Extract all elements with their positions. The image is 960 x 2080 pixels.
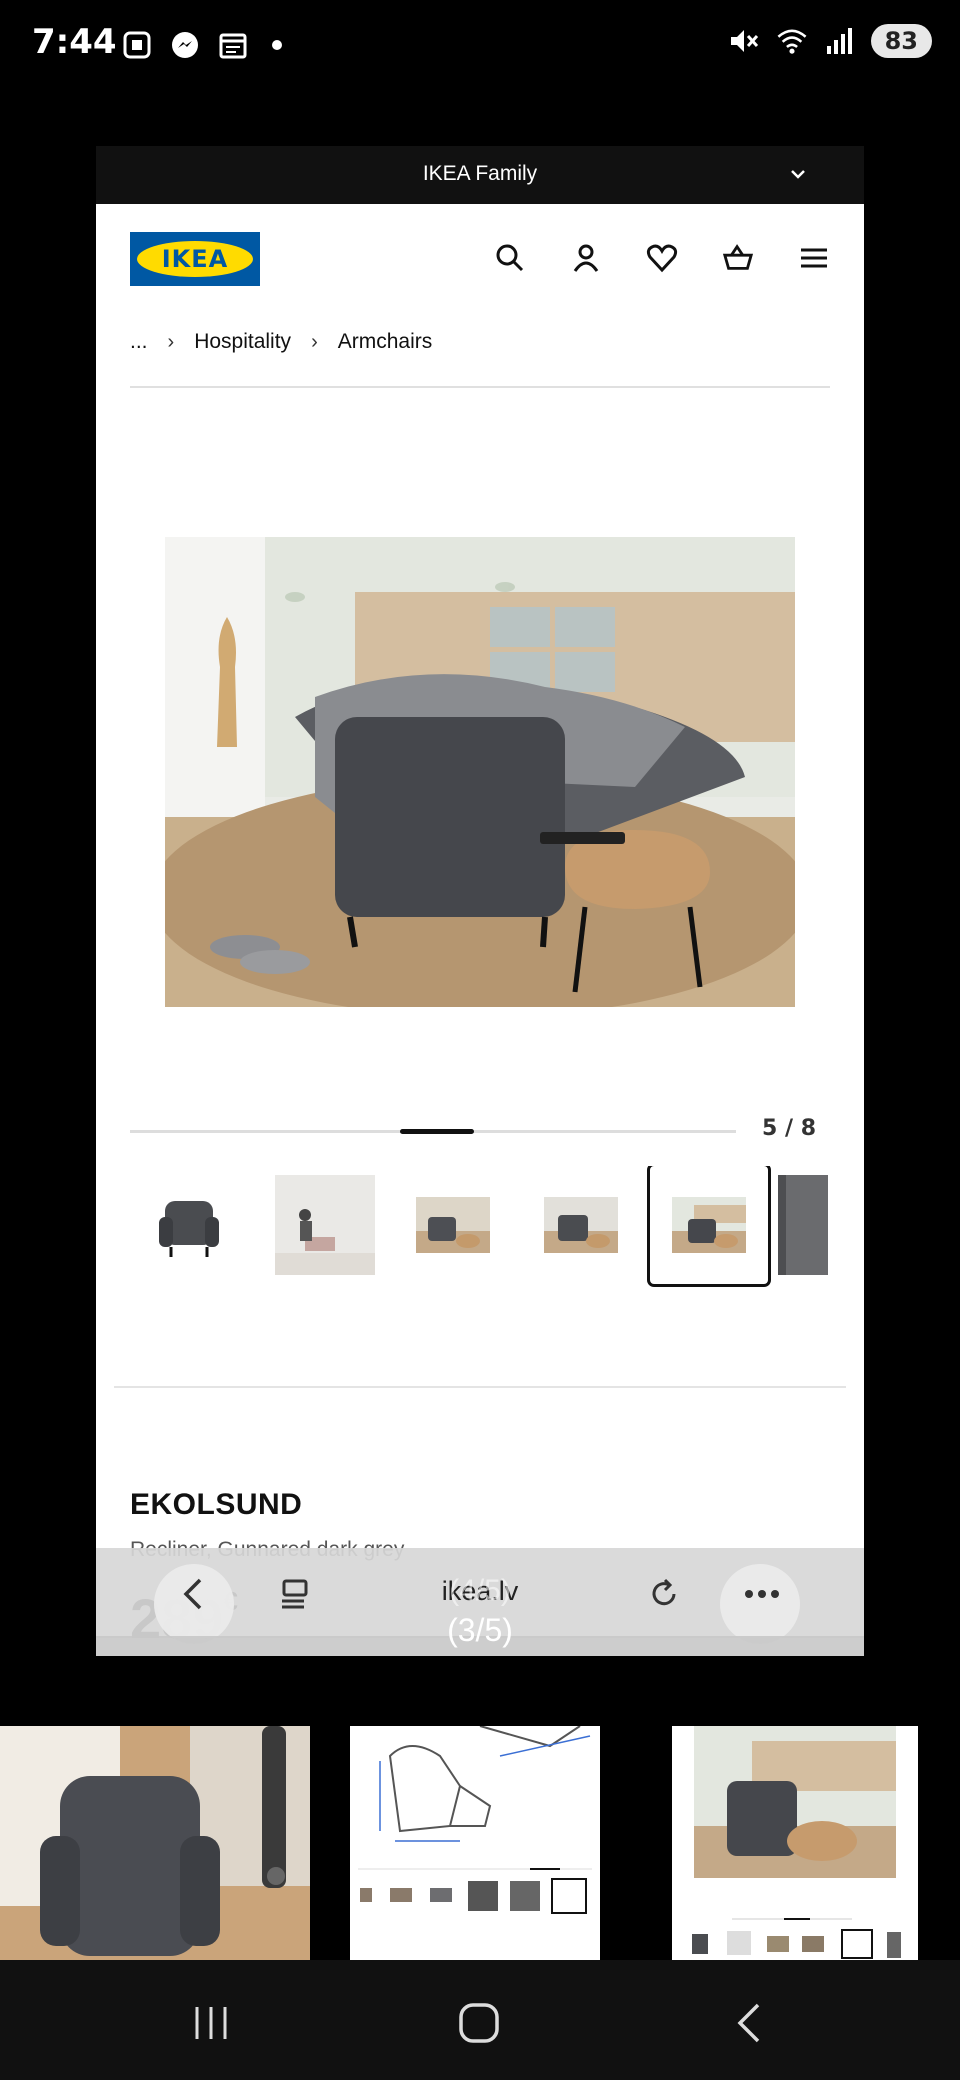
thumbnail-6[interactable]	[778, 1166, 864, 1284]
wifi-icon	[775, 24, 809, 58]
divider	[114, 1386, 846, 1388]
browser-page: IKEA Family IKEA ... › Hospitality › Arm…	[96, 146, 864, 1656]
gallery-progress-indicator[interactable]	[400, 1129, 474, 1134]
tab-preview-photo[interactable]	[0, 1726, 310, 1960]
header-icons	[494, 242, 830, 274]
search-icon[interactable]	[494, 242, 526, 274]
recent-apps-icon[interactable]	[186, 1998, 236, 2048]
tab-preview-diagram[interactable]	[350, 1726, 600, 1960]
heart-icon[interactable]	[646, 242, 678, 274]
thumbnail-4[interactable]	[522, 1166, 640, 1284]
cart-icon[interactable]	[722, 242, 754, 274]
status-left-icons	[120, 28, 282, 62]
screenshot-icon	[120, 28, 154, 62]
chevron-right-icon: ›	[311, 330, 318, 353]
status-time: 7:44	[32, 22, 117, 62]
breadcrumb-hospitality[interactable]: Hospitality	[194, 330, 291, 354]
tab-indicator-faded: (4/5)	[449, 1574, 511, 1607]
system-back-icon[interactable]	[724, 1998, 774, 2048]
gallery-thumbnails	[130, 1166, 864, 1292]
tab-preview-ikea-page[interactable]	[672, 1726, 918, 1960]
status-bar: 7:44 83	[0, 0, 960, 92]
thumbnail-1[interactable]	[130, 1166, 248, 1284]
thumbnail-3[interactable]	[394, 1166, 512, 1284]
chevron-right-icon: ›	[167, 330, 175, 353]
thumbnail-5[interactable]	[647, 1166, 771, 1287]
dot-icon	[272, 40, 282, 50]
menu-icon[interactable]	[798, 242, 830, 274]
calendar-icon	[216, 28, 250, 62]
ikea-family-label: IKEA Family	[422, 162, 538, 185]
breadcrumb-armchairs[interactable]: Armchairs	[338, 330, 433, 354]
chevron-down-icon[interactable]	[788, 164, 808, 189]
account-icon[interactable]	[570, 242, 602, 274]
product-name: EKOLSUND	[130, 1488, 303, 1521]
messenger-icon	[168, 28, 202, 62]
ikea-family-bar[interactable]: IKEA Family	[96, 146, 864, 204]
divider	[130, 386, 830, 388]
home-icon[interactable]	[454, 1998, 504, 2048]
gallery-counter: 5 / 8	[762, 1116, 816, 1141]
signal-icon	[823, 24, 857, 58]
tab-indicator: (3/5)	[447, 1612, 513, 1648]
thumbnail-2[interactable]	[266, 1166, 384, 1284]
product-hero-image[interactable]	[165, 537, 795, 1007]
breadcrumb-ellipsis[interactable]: ...	[130, 330, 148, 354]
system-nav-bar	[0, 1960, 960, 2080]
site-header: IKEA	[96, 204, 864, 314]
logo-text: IKEA	[137, 241, 253, 277]
mute-icon	[727, 24, 761, 58]
ikea-logo[interactable]: IKEA	[130, 232, 260, 286]
breadcrumb: ... › Hospitality › Armchairs	[130, 330, 432, 354]
battery-level: 83	[870, 24, 932, 58]
status-right-icons: 83	[727, 24, 932, 58]
